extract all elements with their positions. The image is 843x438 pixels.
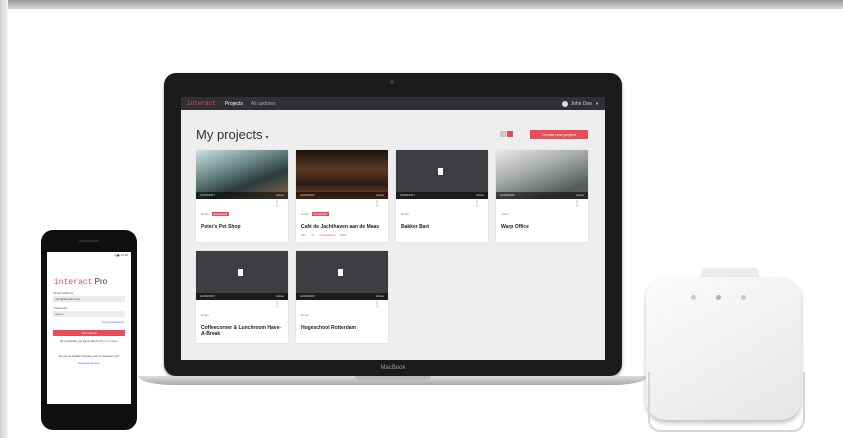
terms-link[interactable]: Terms of usage [100, 340, 118, 343]
status-badge: Expanded [311, 212, 330, 216]
phone-screen: ▾◢▮ 12:30 interact Pro Email address use… [47, 252, 131, 404]
request-access-link[interactable]: Request access [47, 361, 131, 365]
logo-icon [716, 295, 721, 300]
project-status: Active [375, 294, 384, 298]
camera-icon [390, 80, 394, 84]
register-question: Are you an installer company and not reg… [58, 355, 120, 358]
page-title[interactable]: My projects ▾ [196, 127, 268, 142]
project-name: Coffeecorner & Lunchroom Have-A-Break [201, 325, 282, 337]
project-name: Hogeschool Rotterdam [301, 325, 357, 331]
forgot-password-link[interactable]: Forgot password [47, 320, 124, 324]
terms-text: By proceeding you agree with the Terms o… [47, 340, 131, 343]
tab-all-updates[interactable]: All updates [251, 101, 276, 107]
project-date: 12/06/2017 [500, 193, 516, 197]
project-status: Active [275, 193, 284, 197]
project-placeholder: 12/06/2017 Active [396, 150, 488, 199]
login-button[interactable]: Get started [53, 330, 125, 336]
project-status: Active [375, 193, 384, 197]
led-icon [741, 295, 746, 300]
laptop-lid: interact Projects All updates John Doe ▼… [164, 73, 622, 376]
project-type: Retail [401, 212, 409, 216]
top-nav: interact Projects All updates John Doe ▼ [181, 97, 605, 110]
status-badge: Expanded [211, 212, 230, 216]
more-options-icon[interactable]: ⋮ [474, 201, 480, 207]
speaker-icon [79, 240, 99, 242]
view-toggle [500, 131, 514, 137]
project-card[interactable]: 12/06/2017 Active Retail ⋮ Hogeschool Rot… [296, 251, 388, 343]
laptop-screen: interact Projects All updates John Doe ▼… [181, 97, 605, 360]
project-type: Retail [201, 212, 209, 216]
project-name: Café de Jachthaven aan de Maas [301, 224, 380, 230]
terms-prefix: By proceeding you agree with the [60, 340, 100, 343]
user-name: John Doe [570, 100, 593, 107]
stat-value: 76 [311, 233, 315, 237]
email-label: Email address [54, 291, 74, 295]
device-stand [648, 372, 805, 432]
more-options-icon[interactable]: ⋮ [374, 302, 380, 308]
project-type: Retail [201, 313, 209, 317]
phone-logo-b: Pro [94, 277, 108, 286]
background-edge [0, 0, 8, 438]
project-photo: 12/06/2017 Active [296, 150, 388, 199]
project-date: 12/06/2017 [200, 193, 216, 197]
password-field[interactable]: •••••••• [53, 311, 125, 317]
stat-value: 4 Integrates [319, 233, 336, 237]
project-date: 12/06/2017 [300, 193, 316, 197]
project-card[interactable]: 12/06/2017 Active Retail Expanded ⋮ Peter'… [196, 150, 288, 242]
project-photo: 12/06/2017 Active [496, 150, 588, 199]
more-options-icon[interactable]: ⋮ [374, 201, 380, 207]
project-name: Bakker Bart [401, 224, 430, 230]
list-view-icon[interactable] [500, 131, 506, 137]
project-card[interactable]: 12/06/2017 Active Retail ⋮ Coffeecorner &… [196, 251, 288, 343]
project-card[interactable]: 12/06/2017 Active Retail Expanded ⋮ Café d… [296, 150, 388, 242]
more-options-icon[interactable]: ⋮ [574, 201, 580, 207]
laptop-label: MacBook [380, 365, 406, 371]
tab-projects[interactable]: Projects [225, 101, 243, 107]
app-logo[interactable]: interact [187, 100, 216, 107]
project-date: 12/06/2017 [400, 193, 416, 197]
chevron-down-icon: ▾ [265, 135, 269, 141]
project-name: Peter's Pet Shop [201, 224, 241, 230]
project-status: Active [575, 193, 584, 197]
project-date: 12/06/2017 [300, 294, 316, 298]
project-stats: 154 76 4 Integrates 85% [301, 233, 384, 237]
email-field[interactable]: user@interact.com [53, 296, 125, 302]
create-project-button[interactable]: Create new project [530, 130, 588, 139]
project-date: 12/06/2017 [200, 294, 216, 298]
project-type: Retail [301, 313, 309, 317]
grid-view-icon[interactable] [507, 131, 513, 137]
phone-logo-a: interact [54, 278, 93, 287]
user-menu[interactable]: John Doe ▼ [561, 100, 599, 107]
chevron-down-icon: ▼ [595, 101, 599, 106]
project-status: Active [475, 193, 484, 197]
stat-value: 85% [340, 233, 347, 237]
led-icon [691, 295, 696, 300]
project-status: Active [275, 294, 284, 298]
document-icon [438, 168, 443, 175]
project-type: Office [501, 212, 509, 216]
project-type: Retail [301, 212, 309, 216]
home-button [81, 410, 97, 414]
phone-status-bar: ▾◢▮ 12:30 [114, 253, 128, 257]
laptop-notch [355, 376, 431, 380]
document-icon [338, 269, 343, 276]
project-card[interactable]: 12/06/2017 Active Office ⋮ Warp Office [496, 150, 588, 242]
page-title-text: My projects [196, 127, 263, 142]
project-photo: 12/06/2017 Active [196, 150, 288, 199]
avatar [561, 100, 568, 107]
stat-value: 154 [301, 233, 307, 237]
project-name: Warp Office [501, 224, 529, 230]
phone-logo: interact Pro [54, 277, 131, 287]
project-card[interactable]: 12/06/2017 Active Retail ⋮ Bakker Bart [396, 150, 488, 242]
background-strip [0, 0, 843, 9]
more-options-icon[interactable]: ⋮ [274, 302, 280, 308]
more-options-icon[interactable]: ⋮ [274, 201, 280, 207]
password-label: Password [54, 306, 68, 310]
project-placeholder: 12/06/2017 Active [296, 251, 388, 300]
document-icon [238, 269, 243, 276]
project-placeholder: 12/06/2017 Active [196, 251, 288, 300]
phone: ▾◢▮ 12:30 interact Pro Email address use… [41, 230, 137, 430]
